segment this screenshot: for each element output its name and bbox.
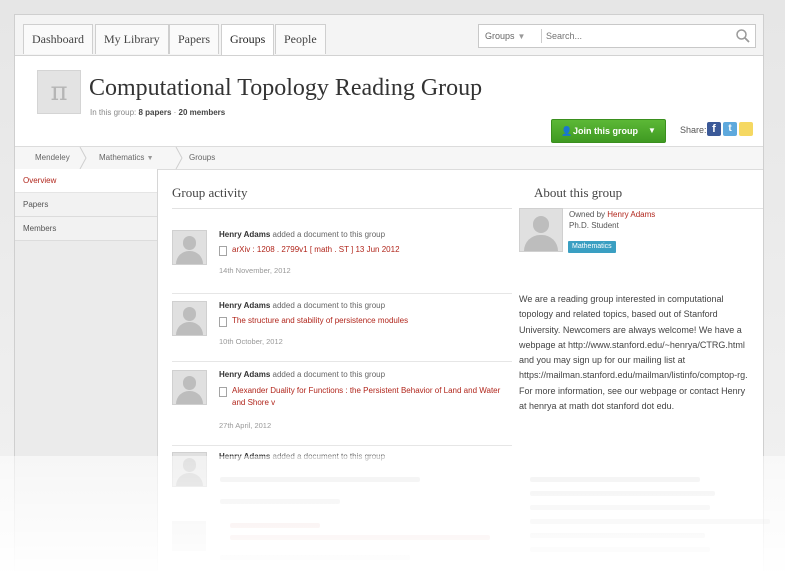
owner-link[interactable]: Henry Adams [607,210,655,219]
sidebar-item-members[interactable]: Members [15,217,157,241]
chevron-down-icon: ▼ [648,126,656,135]
owner-title: Ph.D. Student [569,221,619,230]
group-header: π Computational Topology Reading Group I… [15,56,763,146]
breadcrumb-item-mathematics[interactable]: Mathematics ▼ [99,147,154,170]
avatar[interactable] [172,370,207,405]
activity-line: Henry Adams added a document to this gro… [219,301,386,310]
owner-avatar[interactable] [519,208,563,252]
tab-people[interactable]: People [275,24,326,54]
tab-dashboard[interactable]: Dashboard [23,24,93,54]
search-divider [541,29,542,43]
search-box: Groups ▼ [478,24,756,48]
document-title-link[interactable]: Alexander Duality for Functions : the Pe… [232,385,507,409]
search-scope-select[interactable]: Groups ▼ [485,25,525,47]
search-icon[interactable] [735,28,751,44]
discipline-tag-badge[interactable]: Mathematics [568,241,616,253]
activity-user-link[interactable]: Henry Adams [219,230,270,239]
about-heading: About this group [534,185,623,200]
page: Dashboard My Library Papers Groups Peopl… [0,0,785,571]
fade-overlay [0,456,785,571]
activity-user-link[interactable]: Henry Adams [219,301,270,310]
sidebar-item-papers[interactable]: Papers [15,193,157,217]
chevron-down-icon: ▼ [517,32,526,41]
activity-user-link[interactable]: Henry Adams [219,370,270,379]
document-title-link[interactable]: The structure and stability of persisten… [232,315,507,327]
document-title-link[interactable]: arXiv : 1208 . 2799v1 [ math . ST ] 13 J… [232,244,507,256]
activity-divider [172,361,512,362]
group-meta: In this group: 8 papers · 20 members [90,108,226,117]
breadcrumb-item-mendeley[interactable]: Mendeley [35,147,70,169]
tab-my-library[interactable]: My Library [95,24,169,54]
activity-date: 10th October, 2012 [219,337,283,346]
top-navigation: Dashboard My Library Papers Groups Peopl… [15,15,763,56]
papers-count[interactable]: 8 papers [138,108,171,117]
add-user-icon: 👤 [561,126,573,136]
breadcrumb-separator-icon [175,147,183,169]
breadcrumb-separator-icon [79,147,87,169]
document-icon [219,246,227,256]
owner-line: Owned by Henry Adams [569,210,656,219]
search-input[interactable] [546,27,726,45]
share-label: Share: [680,125,707,135]
tab-papers[interactable]: Papers [169,24,219,54]
document-icon [219,317,227,327]
chevron-down-icon: ▼ [146,155,154,162]
twitter-icon[interactable]: t [723,122,737,136]
activity-heading-rule [172,208,512,209]
group-title: Computational Topology Reading Group [89,75,483,101]
sidebar-item-overview[interactable]: Overview [15,169,157,193]
breadcrumb-item-groups[interactable]: Groups [189,147,215,169]
group-description: We are a reading group interested in com… [519,294,748,412]
activity-line: Henry Adams added a document to this gro… [219,370,386,379]
document-icon [219,387,227,397]
about-heading-rule [534,208,763,209]
activity-date: 14th November, 2012 [219,266,291,275]
activity-divider [172,445,512,446]
avatar[interactable] [172,301,207,336]
activity-divider [172,293,512,294]
activity-date: 27th April, 2012 [219,421,272,430]
group-logo: π [37,70,81,114]
activity-line: Henry Adams added a document to this gro… [219,230,386,239]
members-count[interactable]: 20 members [179,108,226,117]
tab-groups[interactable]: Groups [221,24,275,55]
breadcrumb: Mendeley Mathematics ▼ Groups [15,146,763,170]
share-more-icon[interactable] [739,122,753,136]
activity-heading: Group activity [172,185,248,200]
facebook-icon[interactable]: f [707,122,721,136]
avatar[interactable] [172,230,207,265]
join-group-button[interactable]: 👤 Join this group ▼ [551,119,666,143]
